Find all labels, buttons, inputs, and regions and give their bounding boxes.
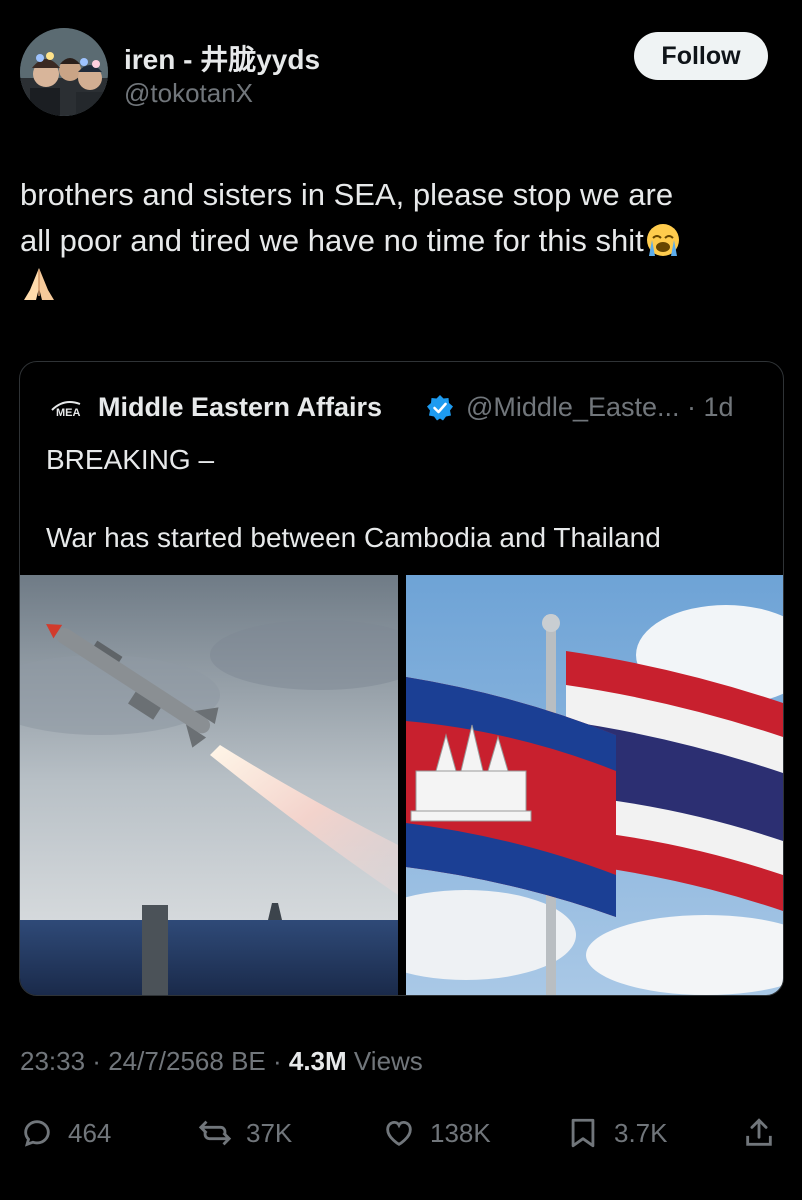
tweet-line-1: brothers and sisters in SEA, please stop… bbox=[20, 177, 674, 212]
quoted-text-line-2: War has started between Cambodia and Tha… bbox=[46, 522, 661, 553]
quoted-author-name[interactable]: Middle Eastern Affairs bbox=[98, 392, 382, 423]
share-button[interactable] bbox=[742, 1110, 790, 1156]
tweet-text: brothers and sisters in SEA, please stop… bbox=[20, 172, 790, 310]
author-display-name[interactable]: iren - 井胧yyds bbox=[124, 38, 320, 78]
reply-button[interactable]: 464 bbox=[20, 1110, 111, 1156]
tweet-date[interactable]: 24/7/2568 BE bbox=[108, 1046, 266, 1076]
reply-count: 464 bbox=[68, 1117, 112, 1148]
loudly-crying-face-icon bbox=[644, 220, 682, 258]
repost-count: 37K bbox=[246, 1117, 293, 1148]
mea-logo-icon: MEA bbox=[50, 396, 92, 420]
folded-hands-icon bbox=[20, 266, 58, 304]
bookmark-icon bbox=[571, 1118, 595, 1148]
tweet-meta: 23:33 · 24/7/2568 BE · 4.3M Views bbox=[20, 1046, 423, 1076]
quoted-time[interactable]: 1d bbox=[704, 392, 734, 422]
verified-badge-icon bbox=[426, 394, 454, 422]
missile-launch-image[interactable] bbox=[20, 575, 430, 995]
author-handle[interactable]: @tokotanX bbox=[124, 78, 253, 109]
svg-text:MEA: MEA bbox=[56, 407, 81, 419]
repost-icon bbox=[198, 1120, 232, 1146]
bookmark-button[interactable]: 3.7K bbox=[566, 1110, 668, 1156]
quoted-handle-text: @Middle_Easte... bbox=[466, 392, 680, 422]
quoted-tweet-card[interactable]: MEA Middle Eastern Affairs @Middle_Easte… bbox=[19, 361, 784, 996]
heart-icon bbox=[386, 1120, 412, 1146]
views-label: Views bbox=[353, 1046, 423, 1076]
like-button[interactable]: 138K bbox=[382, 1110, 491, 1156]
tweet-line-2: all poor and tired we have no time for t… bbox=[20, 223, 644, 258]
cambodia-thailand-flags-image[interactable] bbox=[356, 575, 783, 995]
like-count: 138K bbox=[430, 1117, 491, 1148]
action-bar: 464 37K 138K 3.7K bbox=[20, 1110, 782, 1156]
repost-button[interactable]: 37K bbox=[198, 1110, 292, 1156]
avatar[interactable] bbox=[20, 28, 108, 116]
share-icon bbox=[746, 1118, 772, 1146]
quoted-author-handle[interactable]: @Middle_Easte... · 1d bbox=[466, 392, 734, 423]
follow-button[interactable]: Follow bbox=[634, 32, 768, 80]
quoted-text-line-1: BREAKING – bbox=[46, 444, 215, 475]
reply-icon bbox=[24, 1120, 50, 1147]
bookmark-count: 3.7K bbox=[614, 1117, 668, 1148]
tweet-time[interactable]: 23:33 bbox=[20, 1046, 85, 1076]
views-count: 4.3M bbox=[288, 1046, 347, 1076]
